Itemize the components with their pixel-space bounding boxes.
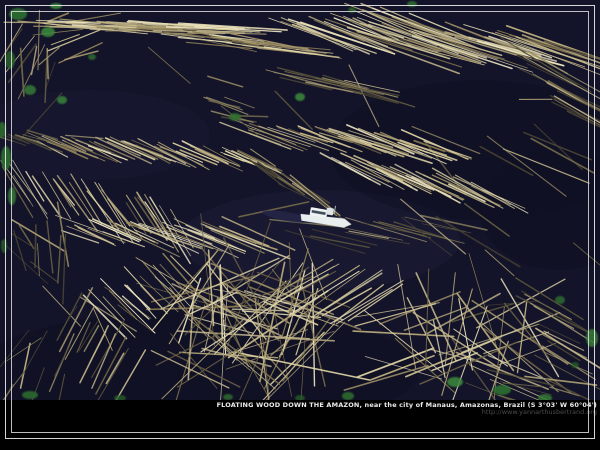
photographer-url: http://www.yannarthusbertrand.org xyxy=(0,409,597,416)
wallpaper: FLOATING WOOD DOWN THE AMAZON, near the … xyxy=(0,0,600,450)
caption-band: FLOATING WOOD DOWN THE AMAZON, near the … xyxy=(0,400,600,450)
aerial-photo-floating-logs xyxy=(0,0,600,450)
